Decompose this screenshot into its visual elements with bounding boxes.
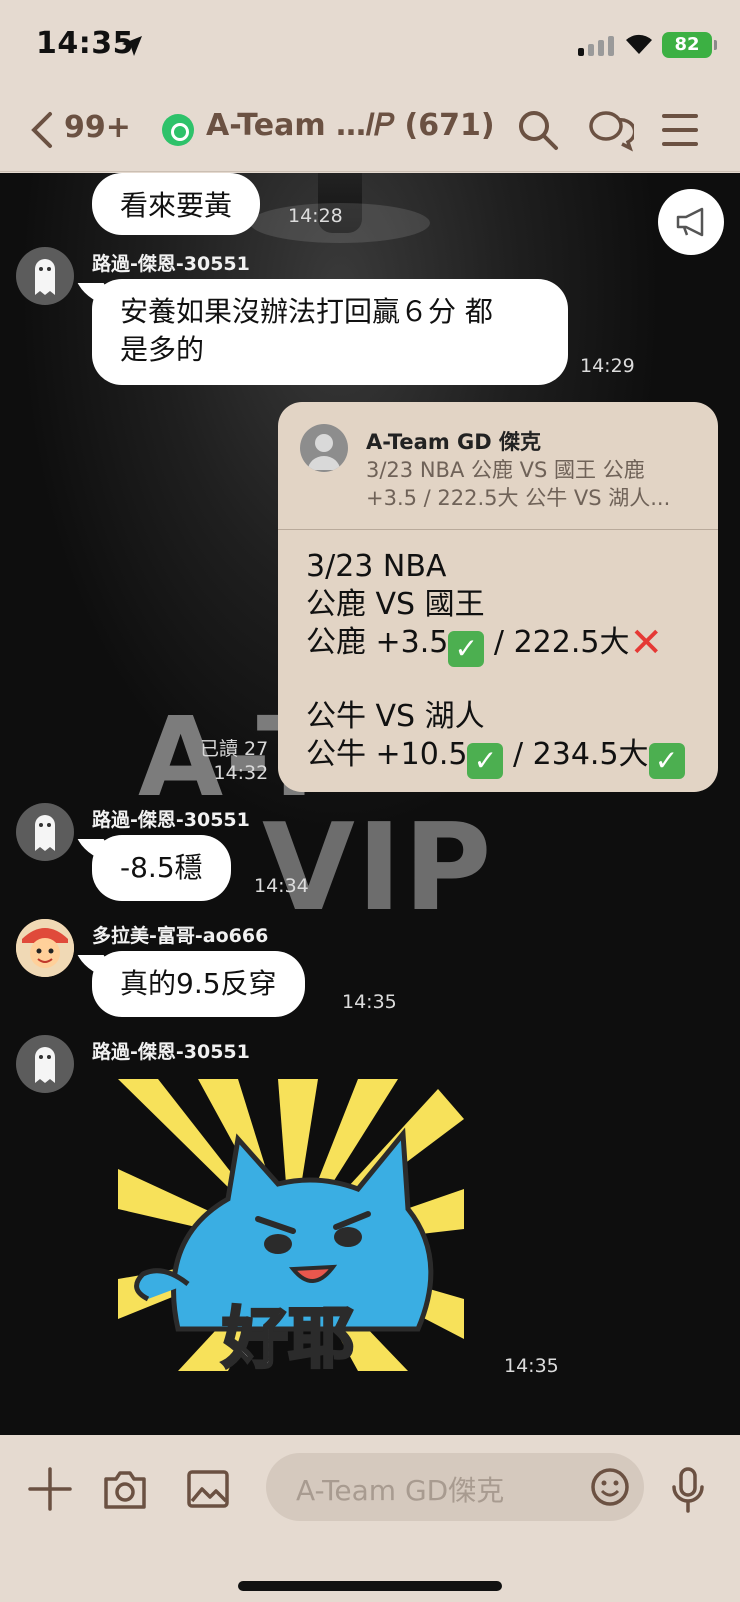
back-chevron-icon[interactable] [28,110,56,150]
avatar[interactable] [16,803,74,861]
card-line: 公鹿 +3.5 ✓ / 222.5大✕ [306,620,685,667]
card-pick: / 222.5大 [484,625,630,660]
status-bar: 14:35 82 [0,0,740,92]
message-text: -8.5穩 [120,851,203,884]
cartoon-avatar-icon [16,919,74,977]
check-mark-icon: ✓ [648,743,685,779]
check-mark-icon: ✓ [467,743,504,779]
menu-icon[interactable] [660,108,700,152]
sender-name: 多拉美-富哥-ao666 [92,925,269,947]
cellular-signal-icon [578,36,614,56]
card-pick: 公牛 +10.5 [306,737,468,772]
sticker[interactable]: 好耶 [118,1079,464,1379]
message-bubble[interactable]: 看來要黃 [92,173,261,235]
unread-count[interactable]: 99+ [64,110,131,145]
card-header: A-Team GD 傑克 3/23 NBA 公鹿 VS 國王 公鹿 +3.5 /… [278,402,718,530]
message-time: 14:28 [288,205,343,227]
message-time: 14:29 [580,355,635,377]
avatar[interactable] [16,1035,74,1093]
card-preview-line: +3.5 / 222.5大 公牛 VS 湖人... [366,486,671,510]
chat-bubbles-icon[interactable] [588,108,634,152]
message-time: 14:32 [213,762,269,784]
watermark-vip: VIP [262,799,494,938]
card-avatar [300,424,348,472]
sender-name: 路過-傑恩-30551 [92,1041,250,1063]
card-sender-name: A-Team GD 傑克 [366,430,542,454]
wifi-icon [626,34,652,54]
card-line: 公鹿 VS 國王 [306,587,485,622]
avatar[interactable] [16,919,74,977]
cross-mark-icon: ✕ [629,620,663,666]
microphone-icon[interactable] [670,1467,706,1513]
input-bar: A-Team GD傑克 [0,1435,740,1602]
announcement-button[interactable] [658,189,724,255]
battery-icon: 82 [662,32,712,58]
message-text: 真的9.5反穿 [120,967,277,1000]
read-count: 已讀 27 [200,738,269,760]
card-preview-line: 3/23 NBA 公鹿 VS 國王 公鹿 [366,458,645,482]
ghost-avatar-icon [35,259,55,295]
card-line: 公牛 VS 湖人 [306,699,485,734]
message-bubble[interactable]: 真的9.5反穿 [92,951,305,1017]
ghost-avatar-icon [35,1047,55,1083]
home-indicator[interactable] [238,1581,502,1591]
person-avatar-icon [308,434,340,470]
message-text-line: 是多的 [120,333,205,366]
read-receipt: 已讀 27 14:32 [200,737,268,785]
message-bubble[interactable]: -8.5穩 [92,835,231,901]
card-line: 公牛 +10.5 ✓ / 234.5大 ✓ [306,736,685,779]
plus-icon[interactable] [28,1467,72,1511]
message-text-line: 安養如果沒辦法打回贏６分 都 [120,295,493,328]
card-pick: / 234.5大 [503,737,649,772]
camera-icon[interactable] [102,1467,148,1511]
message-text: 看來要黃 [120,189,233,222]
card-pick: 公鹿 +3.5 [306,625,449,660]
card-line: 3/23 NBA [306,549,447,584]
message-time: 14:35 [342,991,397,1013]
megaphone-icon [676,207,704,237]
sticker-text: 好耶 [221,1299,356,1379]
location-arrow-icon [122,36,142,56]
check-mark-icon: ✓ [448,631,485,667]
group-chat-icon [162,114,194,146]
message-time: 14:35 [504,1355,559,1377]
search-icon[interactable] [516,108,560,152]
message-time: 14:34 [254,875,309,897]
image-icon[interactable] [186,1467,230,1511]
sender-name: 路過-傑恩-30551 [92,253,250,275]
avatar[interactable] [16,247,74,305]
chat-header: 99+ A-Team …𝐼𝑃 (671) [0,92,740,172]
input-placeholder: A-Team GD傑克 [296,1474,505,1507]
forwarded-message-card[interactable]: A-Team GD 傑克 3/23 NBA 公鹿 VS 國王 公鹿 +3.5 /… [278,402,718,792]
message-bubble[interactable]: 安養如果沒辦法打回贏６分 都 是多的 [92,279,568,385]
emoji-icon[interactable] [590,1467,630,1507]
sender-name: 路過-傑恩-30551 [92,809,250,831]
ghost-avatar-icon [35,815,55,851]
card-body: 3/23 NBA 公鹿 VS 國王 公鹿 +3.5 ✓ / 222.5大✕ 公牛 … [306,548,685,779]
chat-title[interactable]: A-Team …𝐼𝑃 (671) [206,108,495,143]
card-preview: 3/23 NBA 公鹿 VS 國王 公鹿 +3.5 / 222.5大 公牛 VS… [366,456,696,512]
battery-tip [714,40,717,50]
chat-area[interactable]: A-T VIP 看來要黃 14:28 路過-傑恩-30551 安養如果沒辦法打回… [0,173,740,1435]
message-input[interactable]: A-Team GD傑克 [266,1453,644,1521]
